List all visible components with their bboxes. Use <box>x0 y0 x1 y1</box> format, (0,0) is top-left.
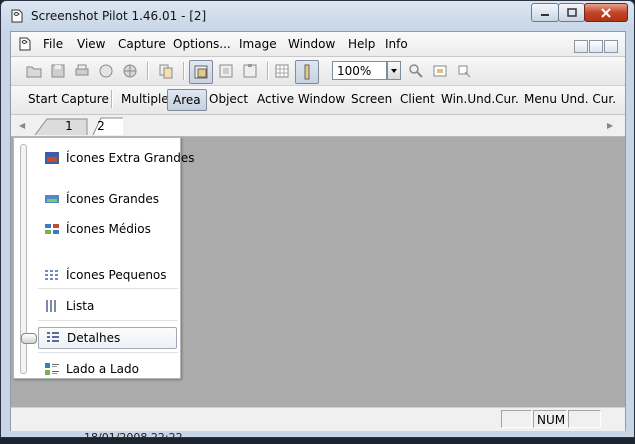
mdi-minimize-button[interactable] <box>574 40 588 53</box>
small-icons-icon <box>45 270 58 280</box>
minimize-button[interactable] <box>531 3 559 22</box>
view-item-extra-large-icons[interactable]: Ícones Extra Grandes <box>38 148 194 168</box>
menu-capture[interactable]: Capture <box>118 37 166 51</box>
close-button[interactable] <box>584 3 628 22</box>
menu-und-cur-button[interactable]: Menu Und. Cur. <box>524 92 616 106</box>
status-num: NUM <box>533 410 567 428</box>
toolbar-separator <box>267 62 269 80</box>
view-item-label: Ícones Extra Grandes <box>66 151 195 165</box>
view-item-label: Ícones Médios <box>66 222 151 236</box>
client-area: File View Capture Options... Image Windo… <box>10 31 626 431</box>
tab-2[interactable]: 2 <box>93 118 109 135</box>
menu-info[interactable]: Info <box>385 37 408 51</box>
print-icon[interactable] <box>73 62 91 80</box>
view-item-details[interactable]: Detalhes <box>38 327 177 349</box>
maximize-button[interactable] <box>558 3 585 22</box>
ruler-icon[interactable] <box>295 60 319 84</box>
view-size-slider[interactable] <box>20 144 37 374</box>
open-folder-icon[interactable] <box>25 62 43 80</box>
win-und-cur-button[interactable]: Win.Und.Cur. <box>441 92 519 106</box>
menu-bar: File View Capture Options... Image Windo… <box>11 32 625 57</box>
extra-large-icons-icon <box>45 152 59 164</box>
mdi-close-button[interactable] <box>604 40 618 53</box>
paste-window-icon[interactable] <box>189 60 213 84</box>
view-item-label: Lado a Lado <box>66 362 139 376</box>
image-workspace[interactable]: Ícones Extra Grandes Ícones Grandes Ícon… <box>11 137 625 407</box>
view-item-tiles[interactable]: Lado a Lado <box>38 359 178 379</box>
view-item-label: Ícones Grandes <box>66 192 159 206</box>
active-window-button[interactable]: Active Window <box>257 92 345 106</box>
menu-separator <box>38 288 178 289</box>
status-pane-empty <box>568 410 601 428</box>
view-item-label: Detalhes <box>67 331 121 345</box>
area-button[interactable]: Area <box>167 89 207 111</box>
fit-window-icon[interactable] <box>431 62 449 80</box>
app-logo-icon <box>11 9 23 23</box>
app-window: Screenshot Pilot 1.46.01 - [2] File View… <box>0 0 635 438</box>
tab-shape-icon <box>34 117 123 136</box>
large-icons-icon <box>45 195 59 203</box>
document-icon[interactable] <box>17 37 33 51</box>
slider-thumb[interactable] <box>21 333 37 344</box>
crop-icon[interactable] <box>455 62 473 80</box>
menu-view[interactable]: View <box>77 37 105 51</box>
window-title: Screenshot Pilot 1.46.01 - [2] <box>31 9 207 23</box>
client-button[interactable]: Client <box>400 92 435 106</box>
view-item-large-icons[interactable]: Ícones Grandes <box>38 189 178 209</box>
view-item-label: Ícones Pequenos <box>66 268 167 282</box>
main-toolbar: 100% <box>11 57 625 86</box>
medium-icons-icon <box>45 224 59 234</box>
clipboard-icon[interactable] <box>241 62 259 80</box>
view-item-label: Lista <box>66 299 95 313</box>
menu-options[interactable]: Options... <box>173 37 231 51</box>
capture-toolbar: Start Capture Multiple Area Object Activ… <box>11 86 625 115</box>
menu-separator <box>38 352 178 353</box>
menu-help[interactable]: Help <box>348 37 375 51</box>
multiple-button[interactable]: Multiple <box>121 92 169 106</box>
tab-scroll-left-icon[interactable]: ◀ <box>19 121 25 130</box>
menu-image[interactable]: Image <box>239 37 277 51</box>
save-icon[interactable] <box>49 62 67 80</box>
close-icon <box>601 7 611 18</box>
grid-view-icon[interactable] <box>273 62 291 80</box>
zoom-dropdown-button[interactable] <box>387 61 401 80</box>
minimize-icon <box>541 13 549 16</box>
tab-bar: ◀ 1 2 ▶ <box>11 116 625 137</box>
toolbar-separator <box>183 62 185 80</box>
mdi-restore-button[interactable] <box>589 40 603 53</box>
details-icon <box>47 332 59 342</box>
zoom-combobox[interactable]: 100% <box>332 61 387 80</box>
view-item-medium-icons[interactable]: Ícones Médios <box>38 219 178 239</box>
title-bar[interactable]: Screenshot Pilot 1.46.01 - [2] <box>1 1 634 31</box>
tab-scroll-right-icon[interactable]: ▶ <box>607 121 613 130</box>
status-bar: NUM <box>11 407 625 431</box>
maximize-icon <box>566 8 577 17</box>
zoom-magnifier-icon[interactable] <box>407 62 425 80</box>
toolbar-separator <box>111 90 113 108</box>
tiles-icon <box>45 363 59 375</box>
object-button[interactable]: Object <box>209 92 248 106</box>
web-icon[interactable] <box>121 62 139 80</box>
chevron-down-icon <box>391 69 397 73</box>
list-icon <box>46 300 56 312</box>
start-capture-button[interactable]: Start Capture <box>28 92 109 106</box>
status-pane-empty <box>501 410 532 428</box>
email-icon[interactable] <box>97 62 115 80</box>
menu-separator <box>38 320 178 321</box>
menu-window[interactable]: Window <box>288 37 335 51</box>
paste-new-icon[interactable] <box>217 62 235 80</box>
menu-file[interactable]: File <box>43 37 63 51</box>
view-mode-menu: Ícones Extra Grandes Ícones Grandes Ícon… <box>13 137 194 379</box>
toolbar-separator <box>147 62 149 80</box>
tab-1[interactable]: 1 <box>61 118 77 135</box>
screen-button[interactable]: Screen <box>351 92 392 106</box>
view-item-small-icons[interactable]: Ícones Pequenos <box>38 265 178 285</box>
copy-icon[interactable] <box>157 62 175 80</box>
view-item-list[interactable]: Lista <box>38 296 178 316</box>
